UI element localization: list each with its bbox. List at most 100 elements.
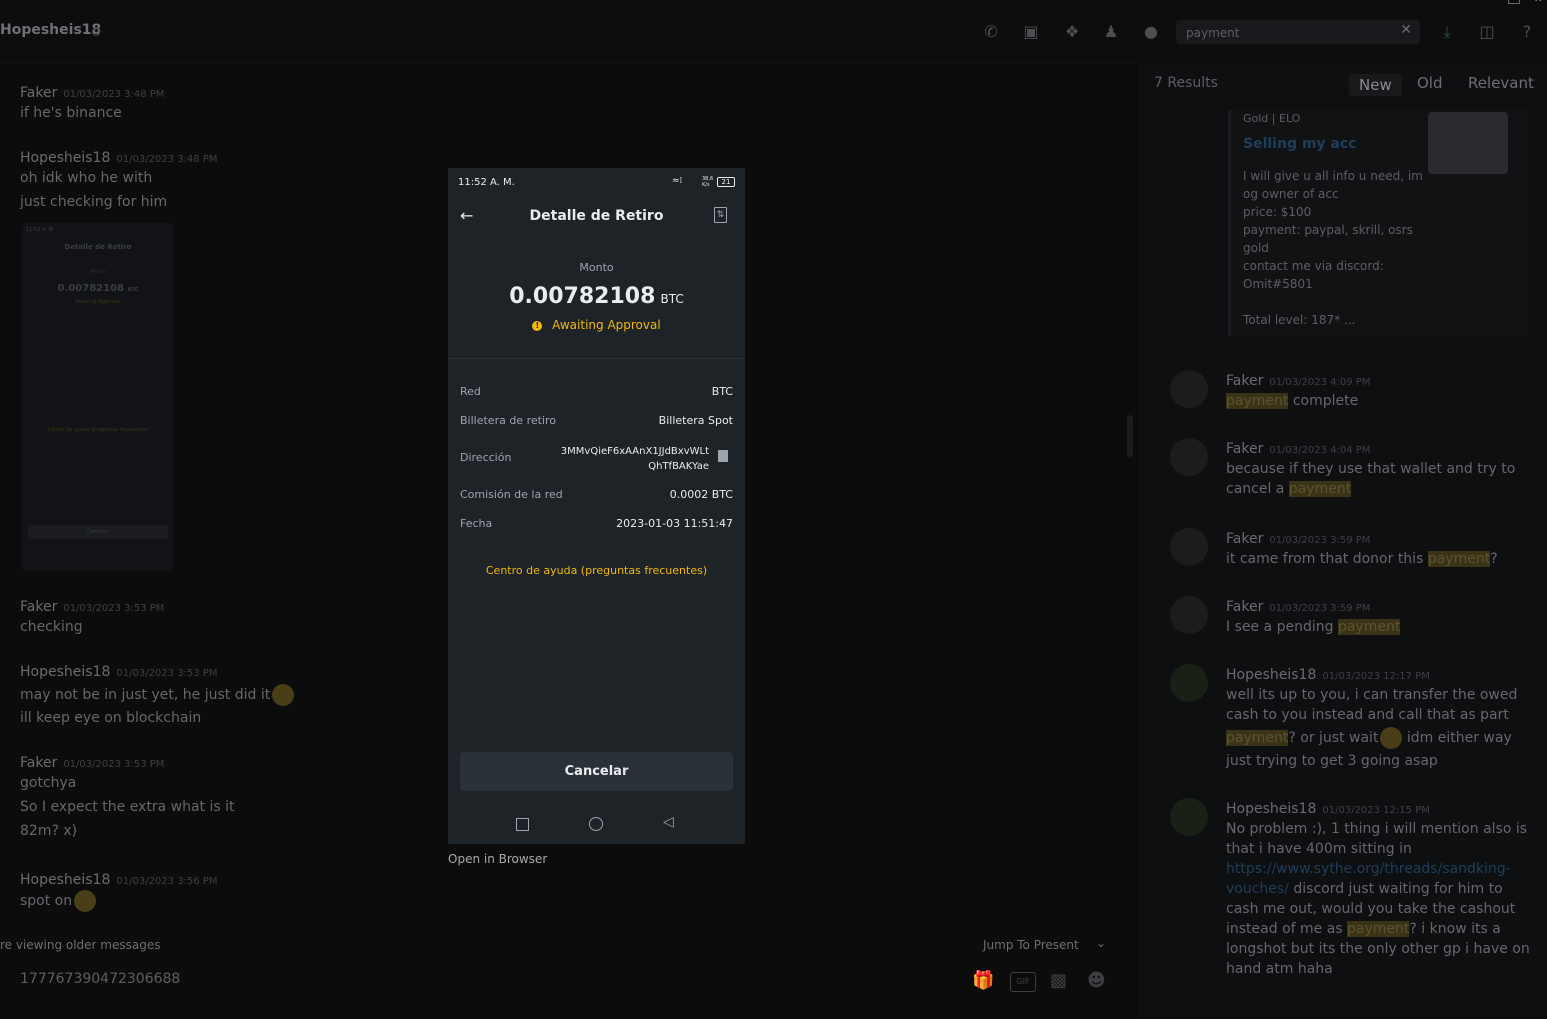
row-label: Comisión de la red <box>460 488 563 501</box>
image-preview[interactable]: 11:52 A. M. ≈⁞ 38,6 K/s 21 ← Detalle de R… <box>448 168 745 844</box>
add-friend-icon[interactable]: ♟ <box>1101 22 1121 42</box>
result-text: that i have 400m sitting in <box>1226 841 1412 857</box>
message-text: spot on <box>20 890 217 912</box>
avatar[interactable] <box>1170 798 1208 836</box>
divider <box>448 358 745 359</box>
open-in-browser-link[interactable]: Open in Browser <box>448 852 547 866</box>
search-result[interactable]: Faker 01/03/2023 4:04 PM because if they … <box>1226 438 1515 497</box>
message: Hopesheis18 01/03/2023 3:56 PM spot on <box>20 869 217 912</box>
message-author[interactable]: Faker <box>20 85 57 101</box>
result-author[interactable]: Hopesheis18 <box>1226 667 1316 683</box>
search-result[interactable]: Faker 01/03/2023 3:59 PM I see a pending … <box>1226 596 1401 635</box>
message-text: ill keep eye on blockchain <box>20 710 202 726</box>
result-link[interactable]: https://www.sythe.org/threads/sandking- <box>1226 861 1530 877</box>
phone-call-icon[interactable]: ✆ <box>981 22 1001 42</box>
cancel-button[interactable]: Cancelar <box>460 752 733 791</box>
search-input[interactable] <box>1184 23 1388 43</box>
screenshot-attachment[interactable]: 11:52 A. M. Detalle de Retiro Monto 0.00… <box>22 223 174 571</box>
profile-icon[interactable]: ● <box>1141 22 1161 42</box>
message: Faker 01/03/2023 3:53 PM checking <box>20 596 164 635</box>
message-author[interactable]: Hopesheis18 <box>20 872 110 888</box>
message-text: 82m? x) <box>20 823 78 839</box>
jump-to-present-button[interactable]: Jump To Present <box>983 938 1079 952</box>
avatar[interactable] <box>1170 438 1208 476</box>
message: Hopesheis18 01/03/2023 3:53 PM may not be… <box>20 661 295 726</box>
status-icon <box>92 28 100 36</box>
gift-icon[interactable]: 🎁 <box>972 970 994 991</box>
result-author[interactable]: Faker <box>1226 441 1263 457</box>
result-text: vouches/ discord just waiting for him to <box>1226 881 1503 897</box>
thumb-amount-label: Monto <box>90 269 106 275</box>
result-timestamp: 01/03/2023 3:59 PM <box>1269 603 1371 614</box>
share-icon[interactable]: ⇅ <box>714 207 727 223</box>
avatar[interactable] <box>1170 664 1208 702</box>
clear-search-icon[interactable]: ✕ <box>1400 22 1412 38</box>
message-author[interactable]: Hopesheis18 <box>20 150 110 166</box>
pin-icon[interactable]: ❖ <box>1062 22 1082 42</box>
message-author[interactable]: Hopesheis18 <box>20 664 110 680</box>
search-result[interactable]: Hopesheis18 01/03/2023 12:17 PM well its … <box>1226 664 1517 769</box>
result-author[interactable]: Hopesheis18 <box>1226 801 1316 817</box>
channel-title: Hopesheis18 <box>0 22 102 38</box>
message: Faker 01/03/2023 3:48 PM if he's binance <box>20 82 164 121</box>
sort-new-tab[interactable]: New <box>1349 74 1402 96</box>
result-text: payment complete <box>1226 393 1359 409</box>
avatar[interactable] <box>1170 596 1208 634</box>
copy-icon[interactable] <box>718 450 728 462</box>
result-text: hand atm haha <box>1226 961 1333 977</box>
emoji-picker-icon[interactable]: ☻ <box>1087 970 1106 991</box>
result-author[interactable]: Faker <box>1226 599 1263 615</box>
result-author[interactable]: Faker <box>1226 373 1263 389</box>
result-text: longshot but its the only other gp i hav… <box>1226 941 1530 957</box>
scrollbar-thumb[interactable] <box>1127 415 1133 457</box>
message-text: So I expect the extra what is it <box>20 799 235 815</box>
message-input-box[interactable]: 177767390472306688 🎁 GIF ▩ ☻ <box>0 962 1120 1002</box>
inbox-icon[interactable]: ◫ <box>1477 22 1497 42</box>
result-text: cash to you instead and call that as par… <box>1226 707 1509 723</box>
search-result[interactable]: Faker 01/03/2023 4:09 PM payment complete <box>1226 370 1370 409</box>
recent-apps-icon[interactable] <box>516 818 529 831</box>
row-value: 2023-01-03 11:51:47 <box>616 517 733 530</box>
video-call-icon[interactable]: ▣ <box>1021 22 1041 42</box>
result-timestamp: 01/03/2023 3:59 PM <box>1269 535 1371 546</box>
older-messages-text: re viewing older messages <box>0 938 161 952</box>
row-value: BTC <box>711 385 733 398</box>
thumb-time: 11:52 A. M. <box>26 227 55 233</box>
avatar[interactable] <box>1170 528 1208 566</box>
home-icon[interactable] <box>589 817 603 831</box>
embed-body: I will give u all info u need, im og own… <box>1243 169 1423 327</box>
result-timestamp: 01/03/2023 12:17 PM <box>1322 671 1430 682</box>
phone-time: 11:52 A. M. <box>458 177 515 188</box>
download-icon[interactable]: ⤓ <box>1437 22 1457 42</box>
chevron-down-icon[interactable]: ⌄ <box>1096 936 1106 950</box>
sort-old-tab[interactable]: Old <box>1417 74 1443 92</box>
search-result[interactable]: Faker 01/03/2023 3:59 PM it came from tha… <box>1226 528 1498 567</box>
row-value: 0.0002 BTC <box>669 488 733 501</box>
help-center-link[interactable]: Centro de ayuda (preguntas frecuentes) <box>448 564 745 577</box>
embed-title-link[interactable]: Selling my acc <box>1243 136 1356 152</box>
sticker-icon[interactable]: ▩ <box>1050 970 1067 991</box>
message-text: may not be in just yet, he just did it <box>20 684 295 706</box>
message-timestamp: 01/03/2023 3:48 PM <box>63 89 165 100</box>
result-text: payment? or just wait idm either way <box>1226 727 1517 749</box>
result-text: cash me out, would you take the cashout <box>1226 901 1516 917</box>
amount-label: Monto <box>579 261 614 274</box>
close-window-icon[interactable]: ✕ <box>1534 0 1542 5</box>
result-timestamp: 01/03/2023 4:04 PM <box>1269 445 1371 456</box>
message-author[interactable]: Faker <box>20 599 57 615</box>
message-author[interactable]: Faker <box>20 755 57 771</box>
address-value: 3MMvQieF6xAAnX1JJdBxvWLt QhTfBAKYae <box>560 446 709 472</box>
message-input[interactable]: 177767390472306688 <box>20 971 180 987</box>
row-value: Billetera Spot <box>658 414 733 427</box>
embed-thumbnail[interactable] <box>1428 112 1508 174</box>
result-author[interactable]: Faker <box>1226 531 1263 547</box>
back-nav-icon[interactable]: ◁ <box>663 814 674 830</box>
avatar[interactable] <box>1170 370 1208 408</box>
status-badge: ! Awaiting Approval <box>448 318 745 332</box>
maximize-icon[interactable] <box>1508 0 1520 4</box>
gif-icon[interactable]: GIF <box>1010 972 1036 992</box>
help-icon[interactable]: ? <box>1517 22 1537 42</box>
search-box[interactable]: ✕ <box>1176 20 1420 44</box>
sort-relevant-tab[interactable]: Relevant <box>1468 74 1534 92</box>
search-result[interactable]: Hopesheis18 01/03/2023 12:15 PM No proble… <box>1226 798 1530 977</box>
